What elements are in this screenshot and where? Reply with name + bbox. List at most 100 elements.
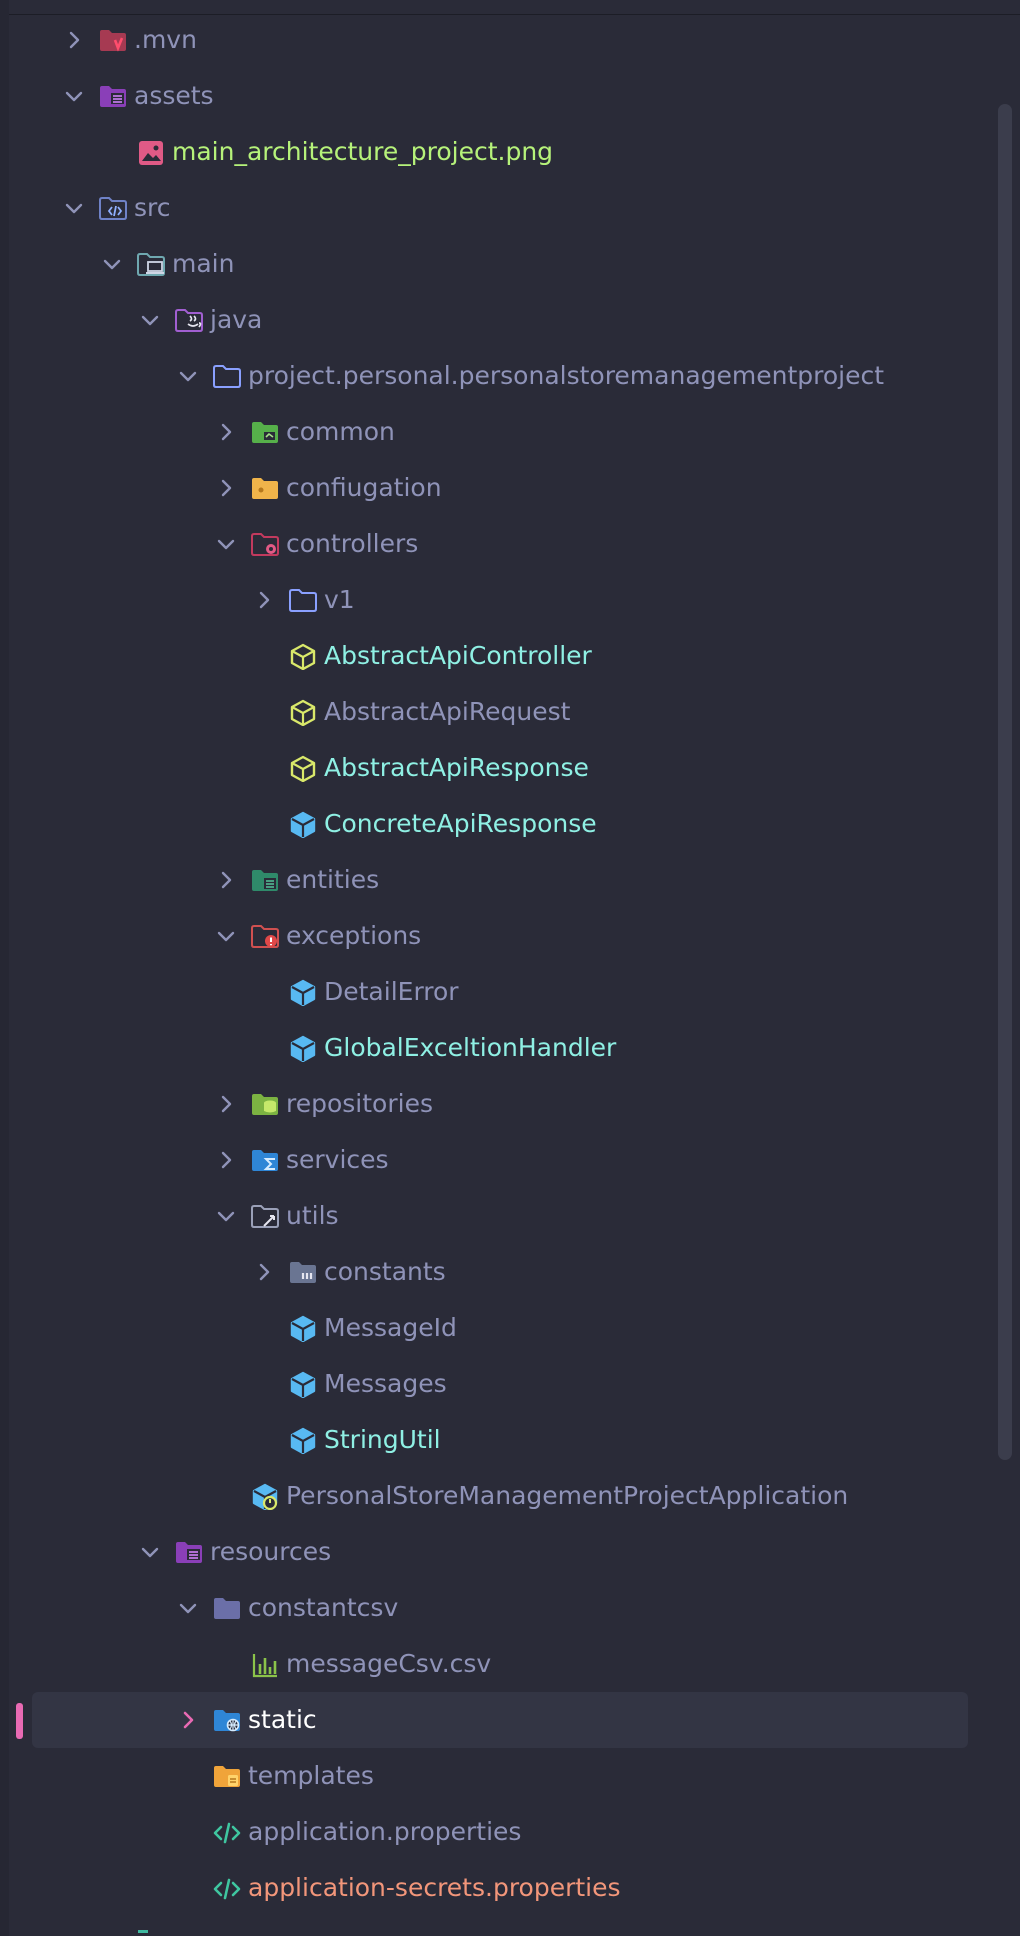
chevron-down-icon[interactable] xyxy=(177,1597,199,1619)
chevron-down-icon[interactable] xyxy=(215,1205,237,1227)
tree-row-messages[interactable]: Messages xyxy=(0,1356,1000,1412)
tree-row-main[interactable]: main xyxy=(0,236,1000,292)
templates-folder-icon xyxy=(212,1762,242,1790)
chevron-down-icon[interactable] xyxy=(139,1541,161,1563)
tree-row-entities[interactable]: entities xyxy=(0,852,1000,908)
class-icon xyxy=(288,1314,318,1342)
tree-row-label: confiugation xyxy=(286,473,442,502)
class-icon xyxy=(288,1370,318,1398)
next-row-indicator xyxy=(138,1930,148,1933)
chevron-right-icon[interactable] xyxy=(215,421,237,443)
tree-row-constants[interactable]: constants xyxy=(0,1244,1000,1300)
tree-row-label: ConcreteApiResponse xyxy=(324,809,597,838)
tree-row-label: AbstractApiResponse xyxy=(324,753,589,782)
chevron-right-icon[interactable] xyxy=(253,589,275,611)
tree-row-label: DetailError xyxy=(324,977,459,1006)
repositories-folder-icon xyxy=(250,1090,280,1118)
project-file-tree: .mvn assets main_architecture_project.pngs… xyxy=(0,12,1000,1916)
selection-focus-marker xyxy=(16,1703,23,1739)
tree-row-src[interactable]: src xyxy=(0,180,1000,236)
tree-row-application-secrets-properties[interactable]: application-secrets.properties xyxy=(0,1860,1000,1916)
maven-folder-icon xyxy=(98,26,128,54)
tree-row-abstract-api-response[interactable]: AbstractApiResponse xyxy=(0,740,1000,796)
tree-row-label: StringUtil xyxy=(324,1425,441,1454)
tree-row-repositories[interactable]: repositories xyxy=(0,1076,1000,1132)
tree-row-label: common xyxy=(286,417,395,446)
tree-row-label: v1 xyxy=(324,585,355,614)
tree-row-abstract-api-request[interactable]: AbstractApiRequest xyxy=(0,684,1000,740)
tree-row-label: main_architecture_project.png xyxy=(172,137,554,166)
chevron-down-icon[interactable] xyxy=(215,533,237,555)
tree-row-exceptions[interactable]: exceptions xyxy=(0,908,1000,964)
tree-row-label: repositories xyxy=(286,1089,433,1118)
tree-row-label: AbstractApiRequest xyxy=(324,697,571,726)
tree-row-label: .mvn xyxy=(134,25,197,54)
resources-folder-icon xyxy=(98,82,128,110)
chevron-down-icon[interactable] xyxy=(177,365,199,387)
chevron-right-icon[interactable] xyxy=(215,1149,237,1171)
tree-row-concrete-api-response[interactable]: ConcreteApiResponse xyxy=(0,796,1000,852)
source-folder-icon xyxy=(98,194,128,222)
java-folder-icon xyxy=(174,306,204,334)
package-folder-icon xyxy=(212,362,242,390)
tree-row-label: application-secrets.properties xyxy=(248,1873,621,1902)
spring-app-class-icon xyxy=(250,1482,280,1510)
tree-row-mvn[interactable]: .mvn xyxy=(0,12,1000,68)
tree-row-v1[interactable]: v1 xyxy=(0,572,1000,628)
tree-row-utils[interactable]: utils xyxy=(0,1188,1000,1244)
tree-row-package[interactable]: project.personal.personalstoremanagement… xyxy=(0,348,1000,404)
chevron-down-icon[interactable] xyxy=(215,925,237,947)
properties-file-icon xyxy=(212,1874,242,1902)
tree-row-assets[interactable]: assets xyxy=(0,68,1000,124)
tree-row-detail-error[interactable]: DetailError xyxy=(0,964,1000,1020)
tree-row-label: entities xyxy=(286,865,380,894)
abstract-class-icon xyxy=(288,642,318,670)
chevron-right-icon[interactable] xyxy=(215,869,237,891)
class-icon xyxy=(288,1426,318,1454)
tree-row-label: main xyxy=(172,249,235,278)
utils-folder-icon xyxy=(250,1202,280,1230)
tree-row-java[interactable]: java xyxy=(0,292,1000,348)
tree-row-message-csv[interactable]: messageCsv.csv xyxy=(0,1636,1000,1692)
module-folder-icon xyxy=(136,250,166,278)
chevron-right-icon[interactable] xyxy=(215,477,237,499)
tree-row-application-class[interactable]: PersonalStoreManagementProjectApplicatio… xyxy=(0,1468,1000,1524)
tree-row-label: constantcsv xyxy=(248,1593,399,1622)
tree-row-templates[interactable]: templates xyxy=(0,1748,1000,1804)
chevron-down-icon[interactable] xyxy=(139,309,161,331)
tree-row-constantcsv[interactable]: constantcsv xyxy=(0,1580,1000,1636)
exceptions-folder-icon xyxy=(250,922,280,950)
tree-row-label: project.personal.personalstoremanagement… xyxy=(248,361,885,390)
tree-row-application-properties[interactable]: application.properties xyxy=(0,1804,1000,1860)
class-icon xyxy=(288,978,318,1006)
entities-folder-icon xyxy=(250,866,280,894)
chevron-down-icon[interactable] xyxy=(101,253,123,275)
properties-file-icon xyxy=(212,1818,242,1846)
chevron-right-icon[interactable] xyxy=(177,1709,199,1731)
tree-row-main-architecture-png[interactable]: main_architecture_project.png xyxy=(0,124,1000,180)
tree-row-services[interactable]: services xyxy=(0,1132,1000,1188)
tree-row-resources[interactable]: resources xyxy=(0,1524,1000,1580)
chevron-right-icon[interactable] xyxy=(253,1261,275,1283)
abstract-class-icon xyxy=(288,754,318,782)
tree-row-common[interactable]: common xyxy=(0,404,1000,460)
chevron-right-icon[interactable] xyxy=(63,29,85,51)
vertical-scrollbar[interactable] xyxy=(998,104,1012,1460)
abstract-class-icon xyxy=(288,698,318,726)
tree-row-global-exception-handler[interactable]: GlobalExceltionHandler xyxy=(0,1020,1000,1076)
folder-outline-icon xyxy=(288,586,318,614)
tree-row-message-id[interactable]: MessageId xyxy=(0,1300,1000,1356)
tree-row-abstract-api-controller[interactable]: AbstractApiController xyxy=(0,628,1000,684)
chevron-down-icon[interactable] xyxy=(63,197,85,219)
chevron-down-icon[interactable] xyxy=(63,85,85,107)
tree-row-label: services xyxy=(286,1145,389,1174)
common-folder-icon xyxy=(250,418,280,446)
tree-row-static[interactable]: static xyxy=(0,1692,1000,1748)
tree-row-string-util[interactable]: StringUtil xyxy=(0,1412,1000,1468)
tree-row-label: static xyxy=(248,1705,317,1734)
tree-row-label: controllers xyxy=(286,529,419,558)
tree-row-label: MessageId xyxy=(324,1313,457,1342)
chevron-right-icon[interactable] xyxy=(215,1093,237,1115)
tree-row-controllers[interactable]: controllers xyxy=(0,516,1000,572)
tree-row-confiugation[interactable]: confiugation xyxy=(0,460,1000,516)
